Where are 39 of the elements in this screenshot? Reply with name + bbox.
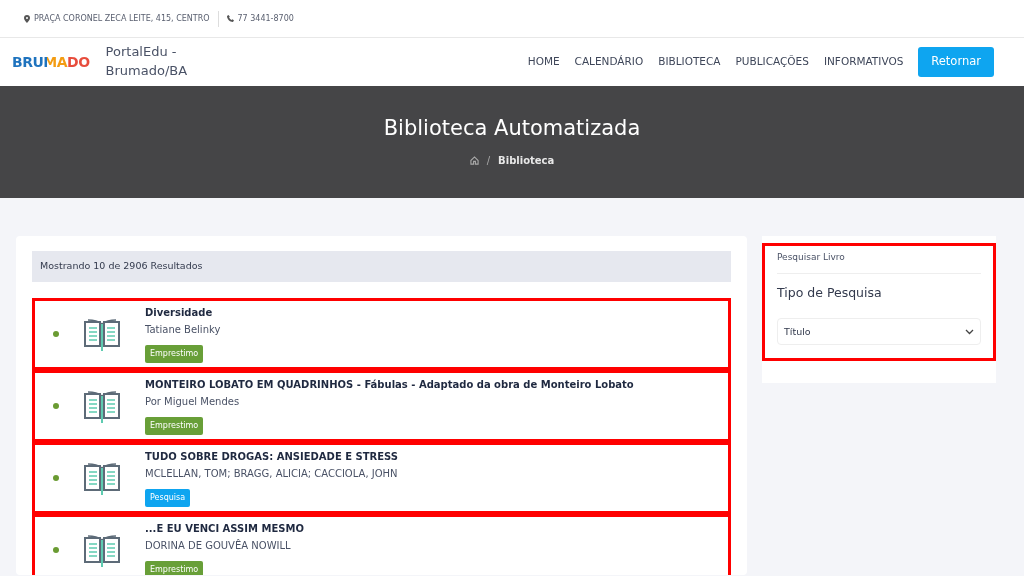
phone-text: 77 3441-8700 — [237, 12, 294, 25]
author-text: MCLELLAN, TOM; BRAGG, ALICIA; CACCIOLA, JOHN — [145, 467, 399, 481]
author-text: Tatiane Belinky — [145, 323, 221, 337]
book-title-link[interactable]: Diversidade — [145, 305, 221, 320]
status-dot — [53, 331, 59, 337]
results-summary: Mostrando 10 de 2906 Resultados — [40, 259, 203, 274]
location-pin-icon — [24, 14, 30, 23]
nav-link[interactable]: CALENDÁRIO — [574, 54, 644, 70]
category-tag: Emprestimo — [145, 417, 204, 435]
nav-link[interactable]: PUBLICAÇÕES — [735, 54, 809, 70]
home-icon[interactable] — [469, 156, 479, 166]
panel-header: Pesquisar Livro — [777, 252, 845, 262]
status-dot — [53, 475, 59, 481]
phone-icon — [226, 15, 234, 22]
open-book-icon — [83, 532, 121, 568]
nav-link[interactable]: HOME — [527, 54, 560, 70]
search-type-select[interactable]: Título — [777, 318, 981, 346]
nav-link[interactable]: BIBLIOTECA — [658, 54, 721, 70]
book-title-link[interactable]: ...E EU VENCI ASSIM MESMO — [145, 521, 304, 536]
open-book-icon — [83, 388, 121, 424]
address-text: PRAÇA CORONEL ZECA LEITE, 415, CENTRO — [34, 12, 210, 25]
breadcrumb-separator: / — [486, 154, 491, 169]
status-dot — [53, 403, 59, 409]
site-title[interactable]: PortalEdu - Brumado/BA — [105, 43, 196, 81]
section-heading: Tipo de Pesquisa — [777, 283, 883, 302]
nav-link[interactable]: INFORMATIVOS — [823, 54, 904, 70]
author-text: DORINA DE GOUVÊA NOWILL — [145, 538, 292, 553]
open-book-icon — [83, 460, 121, 496]
breadcrumb-item: Biblioteca — [498, 154, 555, 169]
category-tag: Emprestimo — [145, 561, 204, 575]
book-title-link[interactable]: MONTEIRO LOBATO EM QUADRINHOS - Fábulas - Adaptado da obra de Monteiro Lobato — [145, 377, 634, 392]
author-text: Por Miguel Mendes — [145, 395, 241, 409]
category-tag: Pesquisa — [145, 489, 191, 507]
status-dot — [53, 547, 59, 553]
open-book-icon — [83, 316, 121, 352]
chevron-down-icon — [965, 328, 974, 335]
book-title-link[interactable]: TUDO SOBRE DROGAS: ANSIEDADE E STRESS — [145, 449, 399, 464]
category-tag: Emprestimo — [145, 345, 204, 363]
page-title: Biblioteca Automatizada — [383, 115, 641, 142]
